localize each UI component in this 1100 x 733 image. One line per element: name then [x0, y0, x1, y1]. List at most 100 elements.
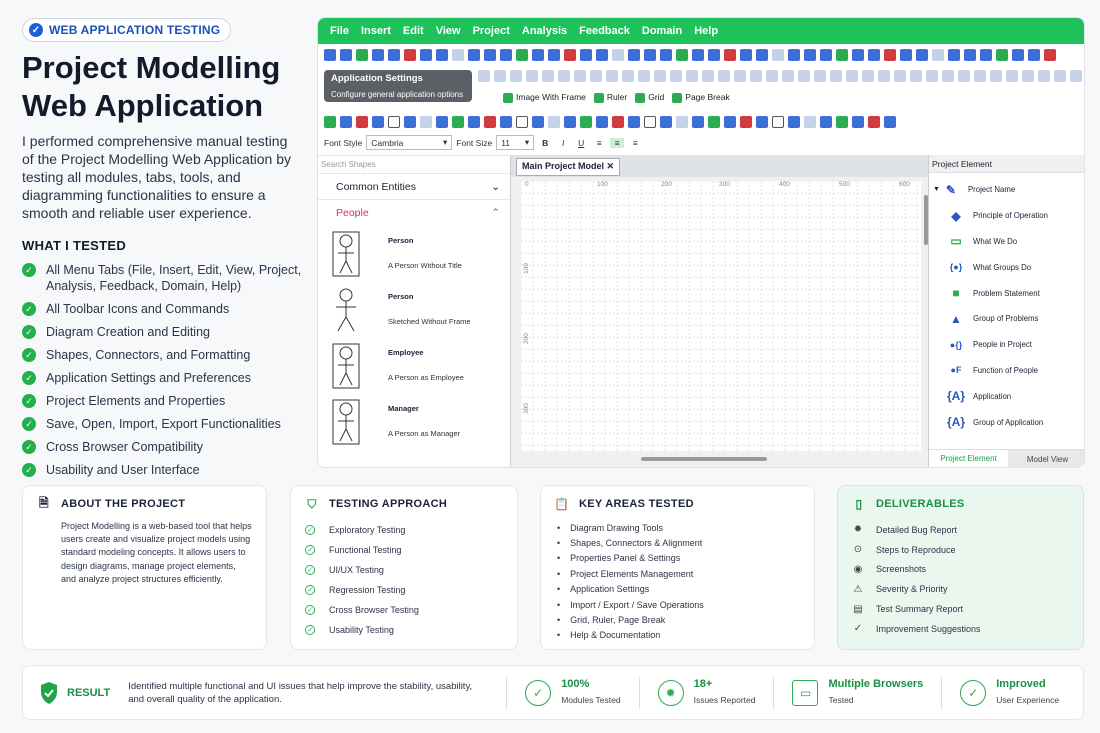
toolbar-tool-icon[interactable] — [500, 116, 512, 128]
toolbar-tool-icon[interactable] — [516, 116, 528, 128]
toolbar-tool-icon[interactable] — [404, 116, 416, 128]
toolbar-tool-icon[interactable] — [756, 116, 768, 128]
toolbar-tool-icon[interactable] — [436, 49, 448, 61]
toolbar-tool-icon[interactable] — [558, 70, 570, 82]
toolbar-tool-icon[interactable] — [852, 116, 864, 128]
toolbar-tool-icon[interactable] — [340, 49, 352, 61]
toolbar-tool-icon[interactable] — [494, 70, 506, 82]
tree-node[interactable]: {A} Group of Application — [933, 409, 1084, 435]
toolbar-tool-icon[interactable] — [718, 70, 730, 82]
font-size-select[interactable]: 11 ▾ — [496, 135, 535, 150]
toolbar-tool-icon[interactable] — [724, 49, 736, 61]
toolbar-tool-icon[interactable] — [942, 70, 954, 82]
toolbar-tool-icon[interactable] — [420, 116, 432, 128]
toolbar-tool-icon[interactable] — [670, 70, 682, 82]
toolbar-tool-icon[interactable] — [692, 116, 704, 128]
toolbar-tool-icon[interactable] — [452, 116, 464, 128]
shape-item[interactable]: Person A Person Without Title — [318, 226, 510, 282]
toolbar-tool-icon[interactable] — [510, 70, 522, 82]
toolbar-tool-icon[interactable] — [782, 70, 794, 82]
toolbar-tool-icon[interactable] — [516, 49, 528, 61]
toolbar-tool-icon[interactable] — [846, 70, 858, 82]
toolbar-tool-icon[interactable] — [404, 49, 416, 61]
menu-edit[interactable]: Edit — [397, 25, 430, 37]
toolbar-tool-icon[interactable] — [484, 116, 496, 128]
toolbar-tool-icon[interactable] — [766, 70, 778, 82]
toolbar-tool-icon[interactable] — [740, 116, 752, 128]
menu-file[interactable]: File — [324, 25, 355, 37]
toolbar-tool-icon[interactable] — [436, 116, 448, 128]
toolbar-tool-icon[interactable] — [606, 70, 618, 82]
toolbar-tool-icon[interactable] — [734, 70, 746, 82]
menu-insert[interactable]: Insert — [355, 25, 397, 37]
toolbar-tool-icon[interactable] — [356, 49, 368, 61]
toolbar-tool-icon[interactable] — [916, 49, 928, 61]
toolbar-tool-icon[interactable] — [580, 49, 592, 61]
toolbar-tool-icon[interactable] — [660, 116, 672, 128]
toolbar-tool-icon[interactable] — [388, 116, 400, 128]
toolbar-tool-icon[interactable] — [1054, 70, 1066, 82]
toolbar-tool-icon[interactable] — [644, 49, 656, 61]
toolbar-tool-icon[interactable] — [590, 70, 602, 82]
font-style-select[interactable]: Cambria ▾ — [366, 135, 453, 150]
toolbar-tool-icon[interactable] — [1028, 49, 1040, 61]
close-icon[interactable]: ✕ — [607, 161, 615, 171]
tree-node[interactable]: {A} Application — [933, 383, 1084, 409]
toolbar-tool-icon[interactable] — [468, 49, 480, 61]
toolbar-tool-icon[interactable] — [708, 116, 720, 128]
tree-node[interactable]: ■ Problem Statement — [933, 280, 1084, 306]
toolbar-tool-icon[interactable] — [702, 70, 714, 82]
toolbar-tool-icon[interactable] — [862, 70, 874, 82]
toolbar-tool-icon[interactable] — [532, 49, 544, 61]
menu-help[interactable]: Help — [688, 25, 724, 37]
toolbar-tool-icon[interactable] — [878, 70, 890, 82]
toolbar-tool-icon[interactable] — [948, 49, 960, 61]
toolbar-tool-icon[interactable] — [1038, 70, 1050, 82]
toolbar-tool-icon[interactable] — [1012, 49, 1024, 61]
toolbar-tool-icon[interactable] — [532, 116, 544, 128]
toolbar-tool-icon[interactable] — [564, 116, 576, 128]
menu-project[interactable]: Project — [467, 25, 516, 37]
toolbar-tool-icon[interactable] — [1006, 70, 1018, 82]
toolbar-tool-icon[interactable] — [836, 49, 848, 61]
toolbar-tool-icon[interactable] — [894, 70, 906, 82]
toolbar-tool-icon[interactable] — [484, 49, 496, 61]
tab-project-element[interactable]: Project Element — [929, 450, 1008, 467]
toolbar-tool-icon[interactable] — [612, 116, 624, 128]
grid-option[interactable]: Grid — [635, 92, 664, 103]
toolbar-tool-icon[interactable] — [580, 116, 592, 128]
toolbar-tool-icon[interactable] — [798, 70, 810, 82]
shape-item[interactable]: Employee A Person as Employee — [318, 338, 510, 394]
horizontal-scrollbar[interactable] — [641, 457, 767, 461]
toolbar-tool-icon[interactable] — [772, 49, 784, 61]
toolbar-tool-icon[interactable] — [958, 70, 970, 82]
toolbar-tool-icon[interactable] — [820, 116, 832, 128]
toolbar-tool-icon[interactable] — [478, 70, 490, 82]
toolbar-tool-icon[interactable] — [980, 49, 992, 61]
toolbar-tool-icon[interactable] — [324, 49, 336, 61]
accordion-common-entities[interactable]: Common Entities ⌄ — [318, 174, 510, 200]
toolbar-tool-icon[interactable] — [772, 116, 784, 128]
shape-item[interactable]: Manager A Person as Manager — [318, 394, 510, 450]
toolbar-tool-icon[interactable] — [804, 116, 816, 128]
search-shapes-input[interactable]: Search Shapes — [318, 156, 510, 174]
toolbar-tool-icon[interactable] — [644, 116, 656, 128]
shape-item[interactable]: Person Sketched Without Frame — [318, 282, 510, 338]
toolbar-tool-icon[interactable] — [900, 49, 912, 61]
toolbar-tool-icon[interactable] — [372, 49, 384, 61]
toolbar-tool-icon[interactable] — [638, 70, 650, 82]
tree-node[interactable]: ●F Function of People — [933, 358, 1084, 384]
toolbar-tool-icon[interactable] — [574, 70, 586, 82]
page-break-option[interactable]: Page Break — [672, 92, 730, 103]
toolbar-tool-icon[interactable] — [852, 49, 864, 61]
ruler-option[interactable]: Ruler — [593, 92, 627, 103]
italic-button[interactable]: I — [556, 138, 570, 148]
toolbar-tool-icon[interactable] — [964, 49, 976, 61]
toolbar-tool-icon[interactable] — [676, 49, 688, 61]
toolbar-tool-icon[interactable] — [372, 116, 384, 128]
toolbar-tool-icon[interactable] — [356, 116, 368, 128]
toolbar-tool-icon[interactable] — [788, 116, 800, 128]
toolbar-tool-icon[interactable] — [452, 49, 464, 61]
tab-main-project-model[interactable]: Main Project Model ✕ — [516, 158, 621, 176]
toolbar-tool-icon[interactable] — [926, 70, 938, 82]
